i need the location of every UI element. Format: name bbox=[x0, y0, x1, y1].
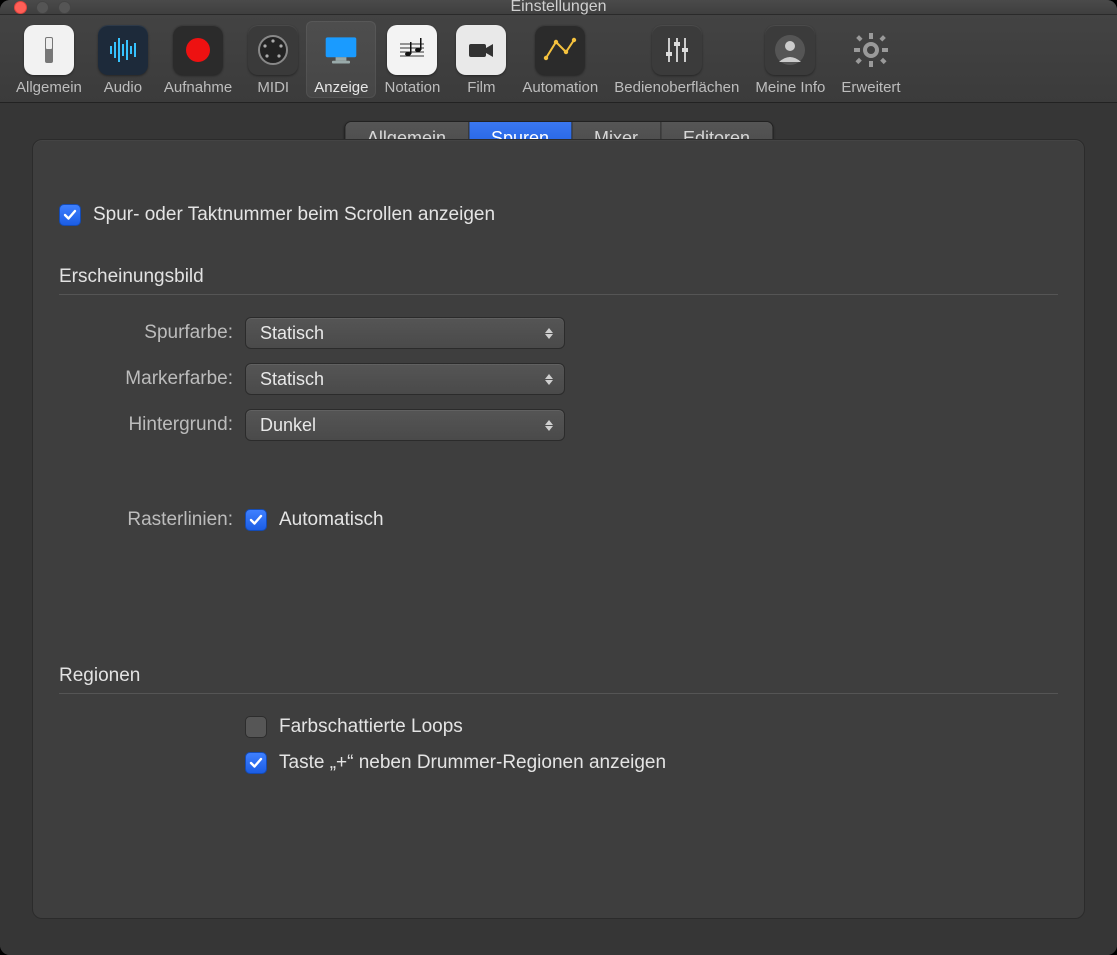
stepper-icon bbox=[542, 326, 556, 341]
switch-icon bbox=[24, 25, 74, 75]
gridlines-value: Automatisch bbox=[279, 509, 384, 531]
window-controls bbox=[0, 1, 71, 14]
minimize-window-button[interactable] bbox=[36, 1, 49, 14]
close-window-button[interactable] bbox=[14, 1, 27, 14]
track-color-select[interactable]: Statisch bbox=[245, 317, 565, 349]
waveform-icon bbox=[98, 25, 148, 75]
background-value: Dunkel bbox=[260, 415, 316, 436]
tab-general[interactable]: Allgemein bbox=[8, 21, 90, 98]
tab-label: Allgemein bbox=[16, 79, 82, 96]
tab-my-info[interactable]: Meine Info bbox=[747, 21, 833, 98]
tab-control-surfaces[interactable]: Bedienoberflächen bbox=[606, 21, 747, 98]
tab-label: Aufnahme bbox=[164, 79, 232, 96]
tab-label: Meine Info bbox=[755, 79, 825, 96]
preferences-window: Einstellungen Allgemein Audio Aufnahme bbox=[0, 0, 1117, 955]
show-track-number-checkbox[interactable] bbox=[59, 204, 81, 226]
marker-color-select[interactable]: Statisch bbox=[245, 363, 565, 395]
stepper-icon bbox=[542, 372, 556, 387]
tab-midi[interactable]: MIDI bbox=[240, 21, 306, 98]
shaded-loops-label: Farbschattierte Loops bbox=[279, 716, 463, 738]
zoom-window-button[interactable] bbox=[58, 1, 71, 14]
tab-automation[interactable]: Automation bbox=[514, 21, 606, 98]
tab-film[interactable]: Film bbox=[448, 21, 514, 98]
monitor-icon bbox=[316, 25, 366, 75]
faders-icon bbox=[652, 25, 702, 75]
background-select[interactable]: Dunkel bbox=[245, 409, 565, 441]
divider bbox=[59, 693, 1058, 694]
automation-icon bbox=[535, 25, 585, 75]
tab-record[interactable]: Aufnahme bbox=[156, 21, 240, 98]
track-color-label: Spurfarbe: bbox=[59, 322, 245, 344]
marker-color-label: Markerfarbe: bbox=[59, 368, 245, 390]
marker-color-value: Statisch bbox=[260, 369, 324, 390]
plus-key-label: Taste „+“ neben Drummer-Regionen anzeige… bbox=[279, 752, 666, 774]
camera-icon bbox=[456, 25, 506, 75]
tab-label: Erweitert bbox=[841, 79, 900, 96]
shaded-loops-checkbox[interactable] bbox=[245, 716, 267, 738]
tab-label: Notation bbox=[384, 79, 440, 96]
gridlines-label: Rasterlinien: bbox=[59, 509, 245, 531]
tab-label: Anzeige bbox=[314, 79, 368, 96]
notation-icon bbox=[387, 25, 437, 75]
preferences-toolbar: Allgemein Audio Aufnahme MIDI Anzeige bbox=[0, 15, 1117, 103]
record-icon bbox=[173, 25, 223, 75]
tab-label: Automation bbox=[522, 79, 598, 96]
tab-audio[interactable]: Audio bbox=[90, 21, 156, 98]
content: Allgemein Spuren Mixer Editoren Spur- od… bbox=[0, 103, 1117, 955]
titlebar: Einstellungen bbox=[0, 0, 1117, 15]
tab-label: MIDI bbox=[257, 79, 289, 96]
window-title: Einstellungen bbox=[0, 0, 1117, 16]
track-color-value: Statisch bbox=[260, 323, 324, 344]
tab-display[interactable]: Anzeige bbox=[306, 21, 376, 98]
background-label: Hintergrund: bbox=[59, 414, 245, 436]
divider bbox=[59, 294, 1058, 295]
person-icon bbox=[765, 25, 815, 75]
tab-label: Bedienoberflächen bbox=[614, 79, 739, 96]
gear-icon bbox=[846, 25, 896, 75]
tab-notation[interactable]: Notation bbox=[376, 21, 448, 98]
plus-key-checkbox[interactable] bbox=[245, 752, 267, 774]
settings-panel: Spur- oder Taktnummer beim Scrollen anze… bbox=[32, 139, 1085, 919]
gridlines-checkbox[interactable] bbox=[245, 509, 267, 531]
stepper-icon bbox=[542, 418, 556, 433]
regions-heading: Regionen bbox=[59, 665, 1058, 687]
appearance-heading: Erscheinungsbild bbox=[59, 266, 1058, 288]
show-track-number-label: Spur- oder Taktnummer beim Scrollen anze… bbox=[93, 204, 495, 226]
tab-label: Audio bbox=[104, 79, 142, 96]
tab-advanced[interactable]: Erweitert bbox=[833, 21, 908, 98]
midi-icon bbox=[248, 25, 298, 75]
tab-label: Film bbox=[467, 79, 495, 96]
